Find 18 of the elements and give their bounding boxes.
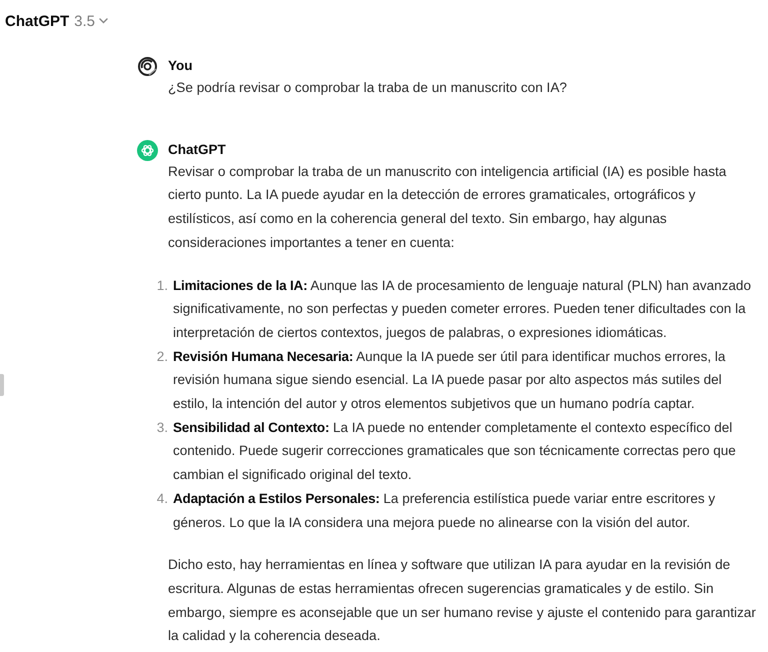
list-number: 1. (156, 276, 168, 295)
list-number: 3. (156, 418, 168, 437)
chevron-down-icon (99, 18, 108, 24)
swirl-avatar-icon (137, 56, 158, 77)
sidebar-handle[interactable] (0, 374, 4, 396)
list-number: 4. (156, 490, 168, 508)
model-selector[interactable]: ChatGPT 3.5 (5, 12, 108, 30)
list-number: 2. (156, 348, 168, 366)
list-item-text: Revisión Humana Necesaria: Aunque la IA puede ser útil para identificar muchos errores, la revisión humana sigue siendo esencial. La IA puede pasar por alto aspectos más sutiles del estilo, la intención del autor y otros elementos subjetivos que un humano podría captar. (173, 348, 726, 414)
author-name: ChatGPT (168, 140, 227, 159)
assistant-logo-icon (137, 140, 158, 161)
list-item-text: Limitaciones de la IA: Aunque las IA de procesamiento de lenguaje natural (PLN) han avanzado significativamente, no son perfectas y pueden cometer errores. Pueden tener dificultades con la interpretación de ciertos contextos, juegos de palabras, o expresiones idiomáticas. (173, 276, 752, 342)
response-paragraph: Dicho esto, hay herramientas en línea y software que utilizan IA para ayudar en la revisión de escritura. Algunas de estas herramientas ofrecen sugerencias gramaticales y de estilo. Sin embargo, siempre es aconsejable que un ser humano revise y ajuste el contenido para garantizar la calidad y la coherencia deseada. (168, 556, 757, 646)
author-name: You (168, 57, 194, 75)
user-message-text: ¿Se podría revisar o comprobar la traba de un manuscrito con IA? (168, 79, 568, 97)
list-item-text: Sensibilidad al Contexto: La IA puede no entender completamente el contexto específico del contenido. Puede sugerir correcciones gramaticales que son técnicamente correctas pero que cambian el significado original del texto. (173, 418, 737, 484)
response-paragraph: Revisar o comprobar la traba de un manuscrito con inteligencia artificial (IA) es posible hasta cierto punto. La IA puede ayudar en la detección de errores gramaticales, ortográficos y estilísticos, así como en la coherencia general del texto. Sin embargo, hay algunas consideraciones importantes a tener en cuenta: (168, 162, 728, 252)
list-item-text: Adaptación a Estilos Personales: La preferencia estilística puede variar entre escritores y géneros. Lo que la IA considera una mejora puede no alinearse con la visión del autor. (173, 490, 716, 532)
